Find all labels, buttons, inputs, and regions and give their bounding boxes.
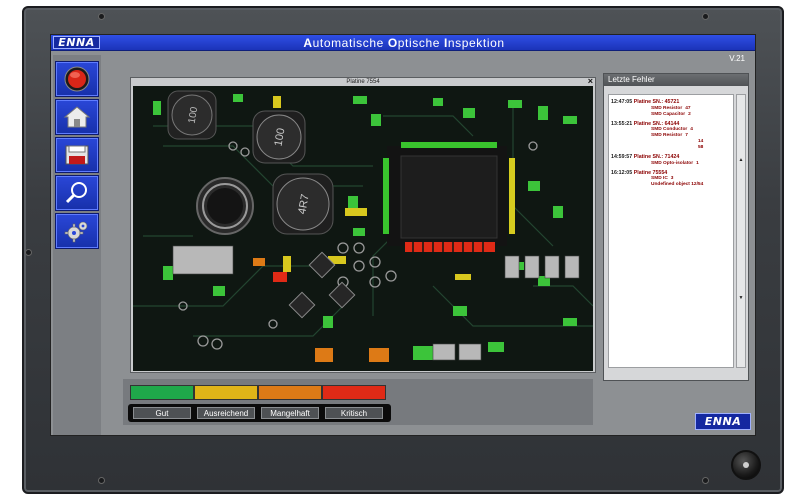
error-item-qty: 7 bbox=[685, 133, 688, 138]
errors-header: Letzte Fehler bbox=[604, 74, 748, 86]
left-toolbar bbox=[53, 55, 101, 435]
errors-scrollbar[interactable]: ▲ ▼ bbox=[736, 94, 746, 368]
viewer-close-button[interactable]: × bbox=[588, 77, 593, 86]
error-board: Platine SN.: 45721 bbox=[633, 99, 680, 105]
save-icon bbox=[65, 145, 89, 165]
settings-gears-icon bbox=[64, 221, 88, 243]
title-cap-o: O bbox=[387, 36, 398, 50]
title-bar: ENNA Automatische Optische Inspektion bbox=[51, 35, 755, 51]
error-item-name: Undefined object 12/54 bbox=[651, 182, 704, 187]
title-rest-o: ptische bbox=[397, 36, 444, 50]
error-item-qty: 4 bbox=[690, 127, 693, 132]
viewer-title: Platine 7554 bbox=[346, 79, 380, 85]
version-label: V.21 bbox=[729, 54, 745, 63]
legend-color-ausreichend bbox=[194, 385, 258, 400]
error-time: 12:47:05 bbox=[611, 99, 633, 105]
record-button[interactable] bbox=[55, 61, 99, 97]
errors-panel: Letzte Fehler 12:47:05 Platine SN.: 4572… bbox=[603, 73, 749, 381]
legend-label-mangelhaft: Mangelhaft bbox=[261, 407, 319, 419]
home-icon bbox=[63, 106, 91, 128]
legend-color-mangelhaft bbox=[258, 385, 322, 400]
home-button[interactable] bbox=[55, 99, 99, 135]
error-board: Platine 75554 bbox=[633, 169, 668, 176]
error-board: Platine SN.: 64144 bbox=[633, 120, 680, 127]
screw bbox=[99, 14, 104, 19]
error-item: Undefined object 12/54 bbox=[611, 182, 733, 188]
settings-button[interactable] bbox=[55, 213, 99, 249]
error-item-name: SMD IC bbox=[651, 176, 668, 181]
errors-list[interactable]: 12:47:05 Platine SN.: 45721 SMD Resistor… bbox=[608, 94, 734, 368]
error-time: 13:55:21 bbox=[611, 120, 633, 127]
legend-label-gut: Gut bbox=[133, 407, 191, 419]
title-cap-a: A bbox=[303, 36, 313, 50]
error-entry[interactable]: 13:55:21 Platine SN.: 64144 SMD Conducto… bbox=[609, 121, 733, 152]
error-board: Platine SN.: 71424 bbox=[633, 154, 680, 160]
screw bbox=[703, 478, 708, 483]
error-item-qty: 1 bbox=[696, 160, 699, 166]
pcb-image: 100 100 4R7 bbox=[133, 86, 593, 371]
error-item: SMD Capacitor 2 bbox=[611, 112, 733, 118]
error-item-name: SMD Conductor bbox=[651, 127, 688, 132]
record-button-icon bbox=[64, 66, 90, 92]
search-button[interactable] bbox=[55, 175, 99, 211]
save-button[interactable] bbox=[55, 137, 99, 173]
error-entry[interactable]: 14:59:57 Platine SN.: 71424 SMD Opto-iso… bbox=[609, 154, 733, 167]
power-indicator-icon bbox=[743, 462, 749, 468]
error-item-name: SMD Resistor bbox=[651, 105, 683, 111]
legend-label-kritisch: Kritisch bbox=[325, 407, 383, 419]
error-item: SMD Opto-isolator 1 bbox=[611, 161, 733, 167]
error-entry[interactable]: 12:47:05 Platine SN.: 45721 SMD Resistor… bbox=[609, 99, 733, 118]
enna-logo-bottom: ENNA bbox=[695, 413, 751, 430]
screw bbox=[99, 478, 104, 483]
title-rest-i: nspektion bbox=[447, 36, 505, 50]
error-item-name: SMD Resistor bbox=[651, 133, 683, 138]
scroll-up-arrow-icon[interactable]: ▲ bbox=[738, 157, 744, 163]
error-item: 58 bbox=[611, 145, 733, 151]
error-item-qty: 2 bbox=[688, 111, 691, 117]
legend-color-kritisch bbox=[322, 385, 386, 400]
power-button[interactable] bbox=[731, 450, 761, 480]
inspection-image-window: Platine 7554 × 100 100 4R7 bbox=[130, 77, 596, 373]
app-title: Automatische Optische Inspektion bbox=[51, 36, 755, 50]
error-item-qty: 58 bbox=[698, 145, 704, 150]
legend-label-ausreichend: Ausreichend bbox=[197, 407, 255, 419]
error-entry[interactable]: 16:12:05 Platine 75554 SMD IC 3 Undefined… bbox=[609, 170, 733, 189]
error-item-name: SMD Capacitor bbox=[651, 111, 686, 117]
screw bbox=[26, 250, 31, 255]
legend-color-gut bbox=[130, 385, 194, 400]
screw bbox=[703, 14, 708, 19]
error-time: 14:59:57 bbox=[611, 154, 633, 160]
scroll-down-arrow-icon[interactable]: ▼ bbox=[738, 295, 744, 301]
pcb-drawing: 100 100 4R7 bbox=[133, 86, 593, 371]
error-item-name: SMD Opto-isolator bbox=[651, 160, 694, 166]
quality-legend: Gut Ausreichend Mangelhaft Kritisch bbox=[123, 379, 593, 425]
search-icon bbox=[65, 182, 87, 204]
screen: ENNA Automatische Optische Inspektion V.… bbox=[50, 34, 756, 436]
title-rest-a: utomatische bbox=[312, 36, 388, 50]
error-time: 16:12:05 bbox=[611, 169, 633, 176]
